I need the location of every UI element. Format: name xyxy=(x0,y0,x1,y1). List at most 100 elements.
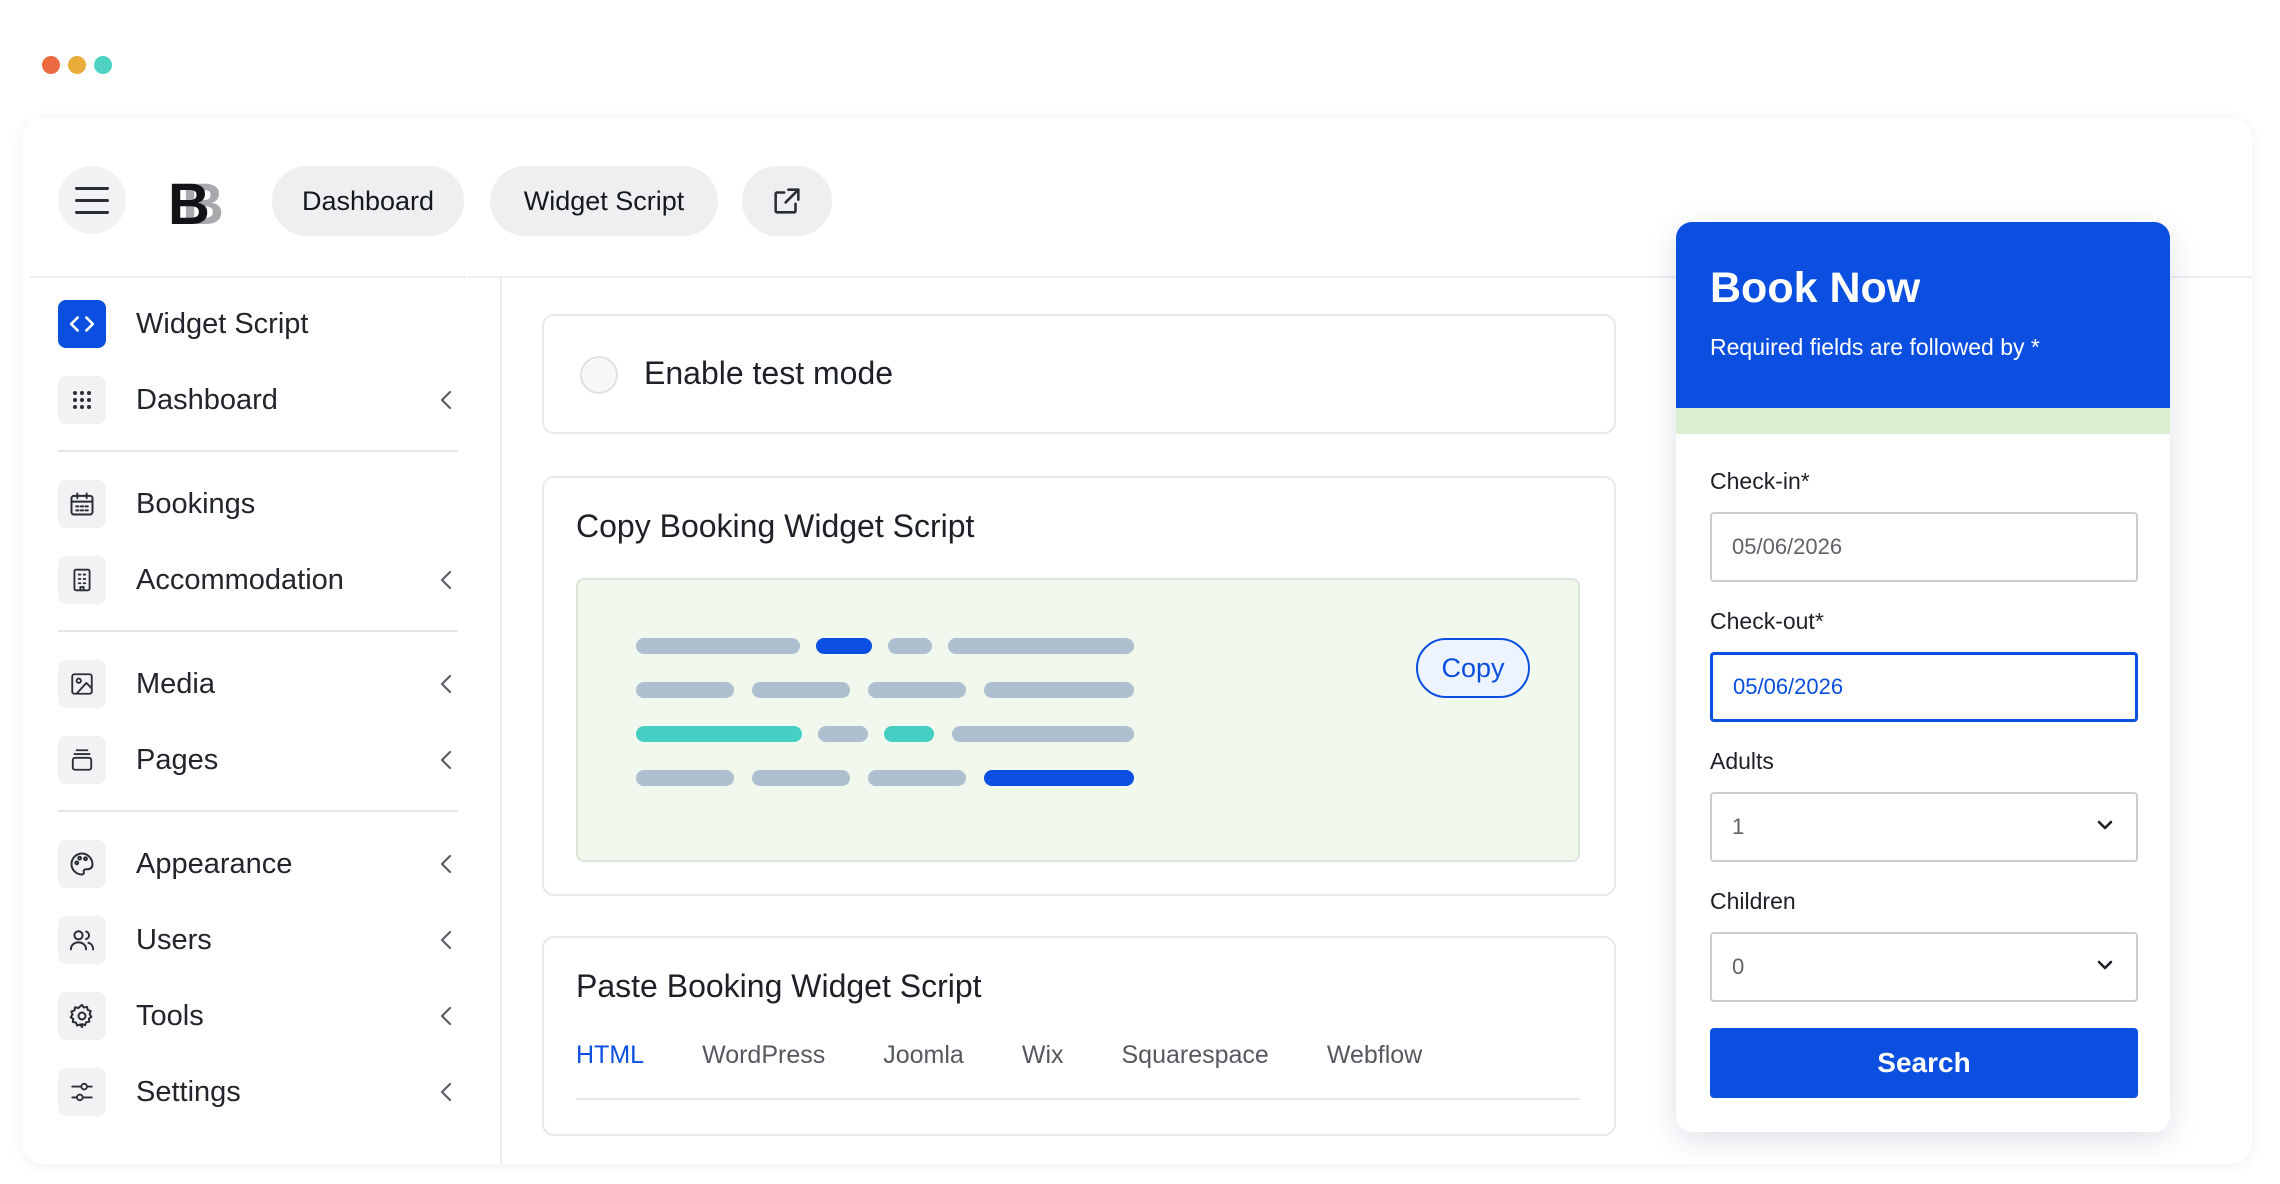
tab-squarespace[interactable]: Squarespace xyxy=(1122,1038,1269,1098)
sidebar-item-settings[interactable]: Settings xyxy=(58,1066,458,1118)
window-zoom-dot[interactable] xyxy=(94,56,112,74)
chevron-left-icon xyxy=(434,1080,458,1104)
gear-icon xyxy=(58,992,106,1040)
sidebar-item-label: Accommodation xyxy=(136,563,344,596)
sidebar-separator xyxy=(58,630,458,632)
users-icon xyxy=(58,916,106,964)
paste-script-title: Paste Booking Widget Script xyxy=(576,968,982,1004)
chevron-down-icon xyxy=(2097,960,2113,970)
chevron-down-icon xyxy=(2097,820,2113,830)
menu-button[interactable] xyxy=(58,166,126,234)
sidebar-item-label: Pages xyxy=(136,743,219,776)
bb-logo[interactable]: B B xyxy=(168,172,232,232)
sidebar-separator xyxy=(58,450,458,452)
copy-script-button[interactable]: Copy xyxy=(1416,638,1530,698)
search-button-label: Search xyxy=(1877,1047,1971,1078)
sidebar-item-bookings[interactable]: Bookings xyxy=(58,478,458,530)
hamburger-icon xyxy=(75,186,109,214)
image-icon xyxy=(58,660,106,708)
chevron-left-icon xyxy=(434,388,458,412)
platform-tabs: HTML WordPress Joomla Wix Squarespace We… xyxy=(576,1038,1580,1100)
script-code-preview: Copy xyxy=(576,578,1580,862)
sidebar-item-label: Widget Script xyxy=(136,307,309,340)
children-label: Children xyxy=(1710,888,1796,914)
search-button[interactable]: Search xyxy=(1710,1028,2138,1098)
code-line-placeholder xyxy=(636,638,800,654)
window-controls xyxy=(42,56,112,74)
booking-widget-header: Book Now Required fields are followed by… xyxy=(1676,222,2170,408)
copy-script-card: Copy Booking Widget Script Copy xyxy=(542,476,1616,896)
dashboard-button[interactable]: Dashboard xyxy=(272,166,464,236)
chevron-left-icon xyxy=(434,672,458,696)
tab-joomla[interactable]: Joomla xyxy=(883,1038,964,1098)
calendar-icon xyxy=(58,480,106,528)
sidebar-item-label: Tools xyxy=(136,999,204,1032)
sidebar-item-label: Settings xyxy=(136,1075,241,1108)
code-line-placeholder xyxy=(884,726,934,742)
code-line-placeholder xyxy=(952,726,1134,742)
sidebar-item-label: Bookings xyxy=(136,487,256,520)
widget-script-button[interactable]: Widget Script xyxy=(490,166,718,236)
copy-script-title: Copy Booking Widget Script xyxy=(576,508,975,544)
checkin-label: Check-in* xyxy=(1710,468,1810,494)
tab-wordpress[interactable]: WordPress xyxy=(702,1038,825,1098)
window-minimize-dot[interactable] xyxy=(68,56,86,74)
checkout-value: 05/06/2026 xyxy=(1733,674,1844,699)
chevron-left-icon xyxy=(434,568,458,592)
sidebar-item-dashboard[interactable]: Dashboard xyxy=(58,374,458,426)
sidebar-item-label: Media xyxy=(136,667,215,700)
sidebar-item-users[interactable]: Users xyxy=(58,914,458,966)
booking-widget-strip xyxy=(1676,408,2170,434)
sidebar-border xyxy=(500,278,502,1164)
test-mode-label[interactable]: Enable test mode xyxy=(644,355,893,392)
chevron-left-icon xyxy=(434,748,458,772)
svg-text:B: B xyxy=(168,172,210,232)
widget-script-button-label: Widget Script xyxy=(523,185,685,216)
booking-widget: Book Now Required fields are followed by… xyxy=(1676,222,2170,1132)
copy-button-label: Copy xyxy=(1441,652,1505,683)
tab-webflow[interactable]: Webflow xyxy=(1327,1038,1422,1098)
sidebar-item-media[interactable]: Media xyxy=(58,658,458,710)
tab-html[interactable]: HTML xyxy=(576,1038,644,1098)
sidebar: Widget Script Dashboard Bookings Accommo… xyxy=(22,278,502,1164)
chevron-left-icon xyxy=(434,928,458,952)
adults-value: 1 xyxy=(1732,814,1745,839)
code-line-placeholder xyxy=(948,638,1134,654)
checkin-input[interactable]: 05/06/2026 xyxy=(1710,512,2138,582)
code-line-placeholder xyxy=(816,638,872,654)
checkout-label: Check-out* xyxy=(1710,608,1824,634)
adults-select[interactable]: 1 xyxy=(1710,792,2138,862)
open-site-button[interactable] xyxy=(742,166,832,236)
children-select[interactable]: 0 xyxy=(1710,932,2138,1002)
booking-widget-title: Book Now xyxy=(1710,264,1921,312)
code-line-placeholder xyxy=(752,682,850,698)
chevron-left-icon xyxy=(434,852,458,876)
code-line-placeholder xyxy=(984,682,1134,698)
sidebar-item-label: Appearance xyxy=(136,847,293,880)
window-close-dot[interactable] xyxy=(42,56,60,74)
tab-wix[interactable]: Wix xyxy=(1022,1038,1064,1098)
code-line-placeholder xyxy=(888,638,932,654)
sidebar-item-label: Dashboard xyxy=(136,383,278,416)
children-value: 0 xyxy=(1732,954,1745,979)
checkout-input[interactable]: 05/06/2026 xyxy=(1710,652,2138,722)
booking-widget-subtitle: Required fields are followed by * xyxy=(1710,334,2040,360)
sidebar-item-pages[interactable]: Pages xyxy=(58,734,458,786)
test-mode-radio[interactable] xyxy=(580,356,618,394)
chevron-left-icon xyxy=(434,1004,458,1028)
adults-label: Adults xyxy=(1710,748,1774,774)
external-link-icon xyxy=(774,188,800,214)
grid-dots-icon xyxy=(58,376,106,424)
pages-icon xyxy=(58,736,106,784)
building-icon xyxy=(58,556,106,604)
sidebar-item-tools[interactable]: Tools xyxy=(58,990,458,1042)
sidebar-item-accommodation[interactable]: Accommodation xyxy=(58,554,458,606)
sidebar-item-widget-script[interactable]: Widget Script xyxy=(58,298,458,350)
sidebar-item-appearance[interactable]: Appearance xyxy=(58,838,458,890)
code-line-placeholder xyxy=(868,770,966,786)
code-line-placeholder xyxy=(636,770,734,786)
code-line-placeholder xyxy=(868,682,966,698)
code-line-placeholder xyxy=(752,770,850,786)
checkin-value: 05/06/2026 xyxy=(1732,534,1843,559)
code-line-placeholder xyxy=(984,770,1134,786)
